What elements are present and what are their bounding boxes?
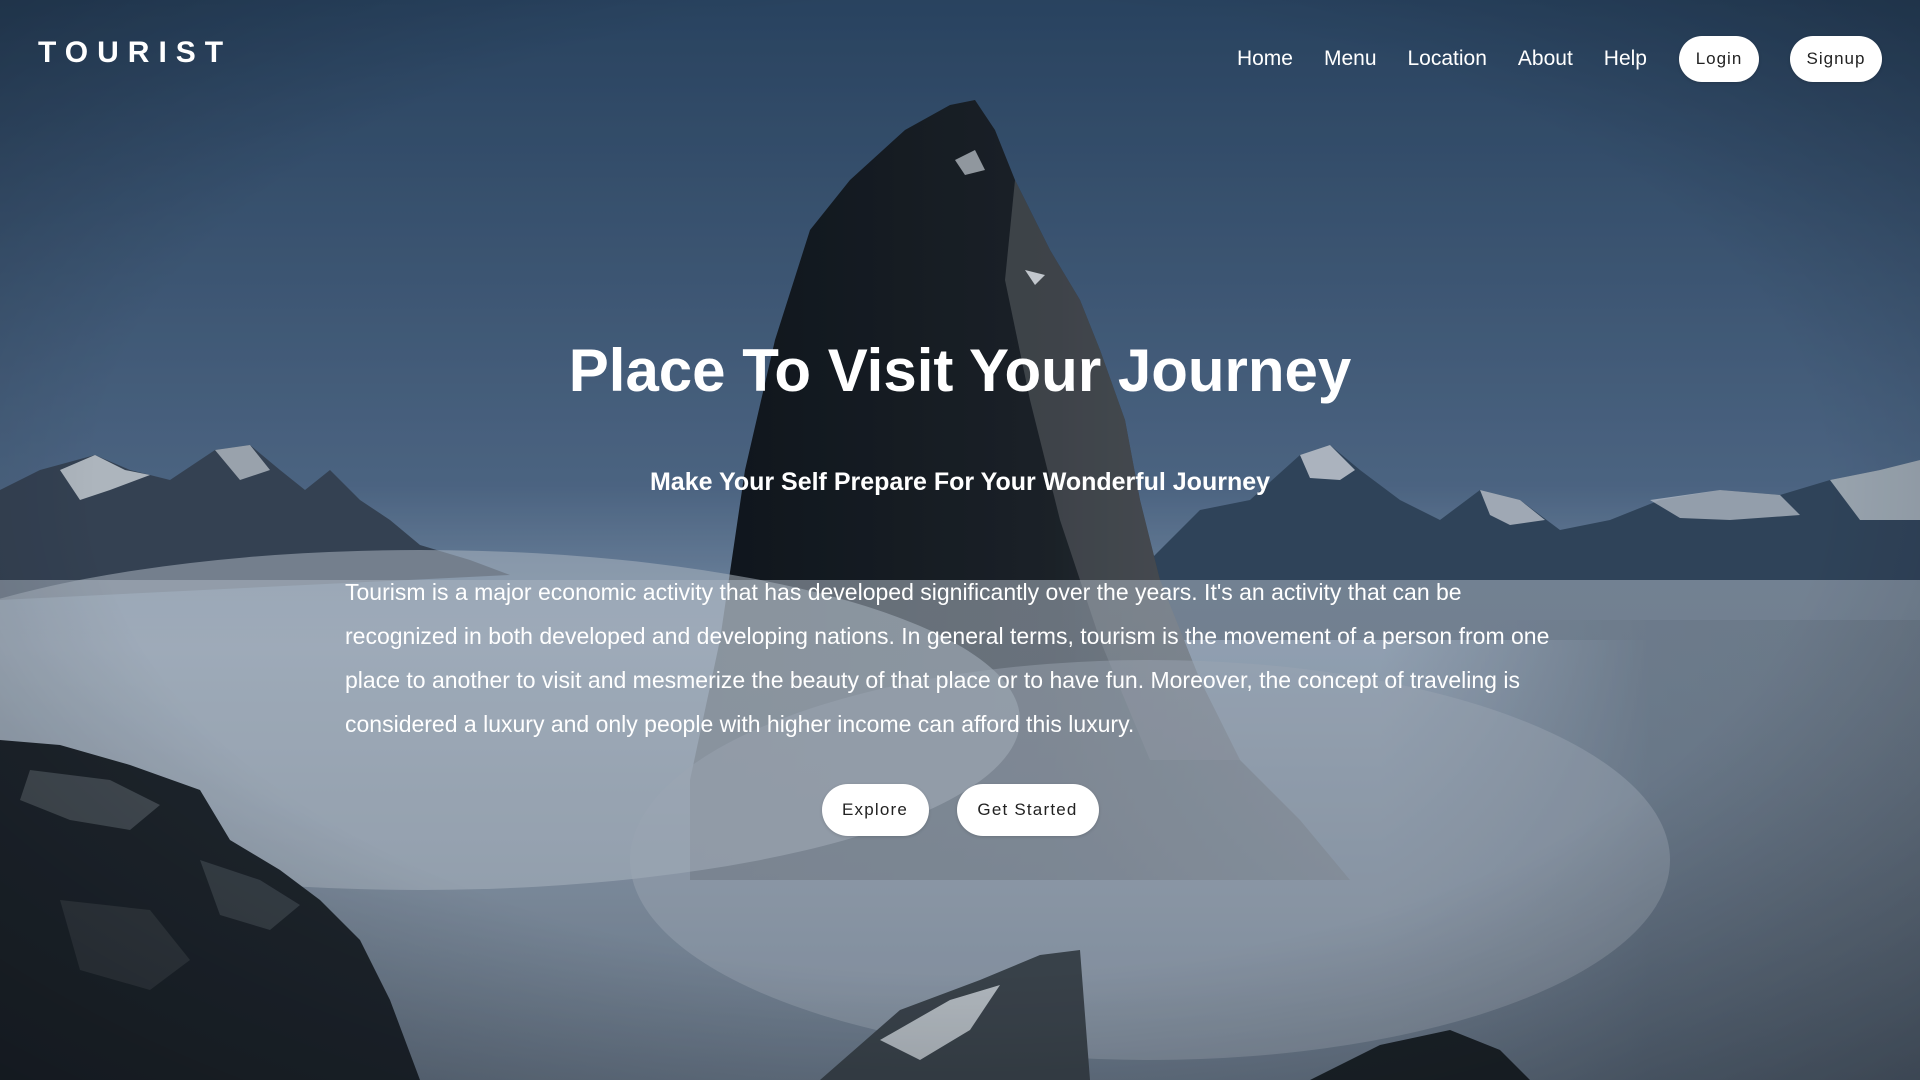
login-button[interactable]: Login [1679,36,1759,82]
get-started-button[interactable]: Get Started [956,784,1099,836]
hero-title: Place To Visit Your Journey [568,337,1352,404]
top-navbar: TOURIST Home Menu Location About Help Lo… [0,0,1920,120]
nav-link-location[interactable]: Location [1408,36,1487,82]
hero-description: Tourism is a major economic activity tha… [345,579,1550,737]
explore-button[interactable]: Explore [821,784,929,836]
nav-link-home[interactable]: Home [1237,36,1293,82]
nav-link-about[interactable]: About [1518,36,1573,82]
hero-actions: Explore Get Started [0,784,1920,836]
hero-background-image [0,0,1920,1080]
nav-links: Home Menu Location About Help Login Sign… [1237,36,1882,82]
nav-link-menu[interactable]: Menu [1324,36,1377,82]
signup-button[interactable]: Signup [1790,36,1882,82]
hero-subtitle: Make Your Self Prepare For Your Wonderfu… [649,468,1271,496]
brand-logo[interactable]: TOURIST [38,36,232,70]
nav-link-help[interactable]: Help [1604,36,1647,82]
